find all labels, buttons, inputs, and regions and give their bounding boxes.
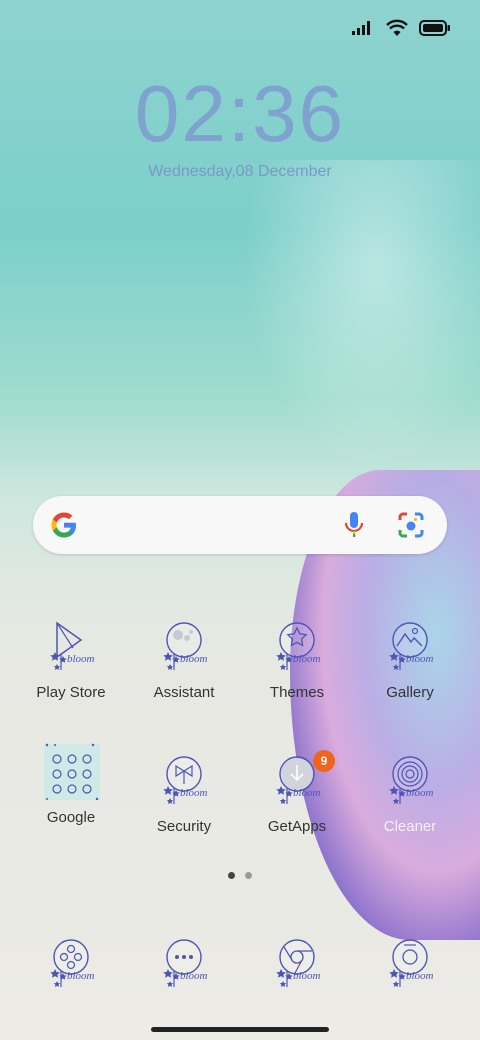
app-cleaner[interactable]: Cleaner [355,752,465,835]
app-label: GetApps [267,818,327,835]
app-label: Play Store [36,684,106,701]
phone-icon [43,935,99,991]
clock-time[interactable]: 02:36 [0,68,480,160]
page-dot-1[interactable] [228,872,235,879]
assistant-icon [156,618,212,674]
battery-icon [418,15,452,41]
gallery-icon [382,618,438,674]
play-store-icon: bloom [43,618,99,674]
themes-icon [269,618,325,674]
app-label: Themes [269,684,325,701]
clock-date[interactable]: Wednesday,08 December [0,163,480,181]
app-label: Cleaner [383,818,437,835]
app-google-folder[interactable]: Google [16,743,126,826]
dock-camera[interactable] [355,935,465,991]
security-icon [156,752,212,808]
app-label: Security [156,818,212,835]
app-label: Google [46,809,96,826]
camera-icon [382,935,438,991]
google-g-icon [49,510,79,540]
getapps-icon: 9 [269,750,335,808]
app-label: Gallery [386,684,434,701]
app-themes[interactable]: Themes [242,618,352,701]
google-folder-icon [43,743,100,801]
app-label: Assistant [153,684,215,701]
cleaner-icon [382,752,438,808]
dock-messages[interactable] [129,935,239,991]
app-play-store[interactable]: bloom Play Store [16,618,126,701]
chrome-icon [269,935,325,991]
camera-lens-icon[interactable] [397,511,425,539]
page-indicator[interactable] [228,872,252,879]
messages-icon [156,935,212,991]
app-gallery[interactable]: Gallery [355,618,465,701]
dock-chrome[interactable] [242,935,352,991]
google-search-bar[interactable] [33,496,447,554]
app-security[interactable]: Security [129,752,239,835]
signal-icon [350,15,376,41]
home-gesture-bar[interactable] [151,1027,329,1032]
wifi-icon [384,15,410,41]
app-getapps[interactable]: 9 GetApps [242,750,352,835]
wallpaper-highlight [220,160,480,500]
microphone-icon[interactable] [342,510,366,540]
app-assistant[interactable]: Assistant [129,618,239,701]
status-bar [350,14,452,42]
svg-text:bloom: bloom [67,653,95,665]
dock-phone[interactable] [16,935,126,991]
page-dot-2[interactable] [245,872,252,879]
notification-badge: 9 [313,750,335,772]
